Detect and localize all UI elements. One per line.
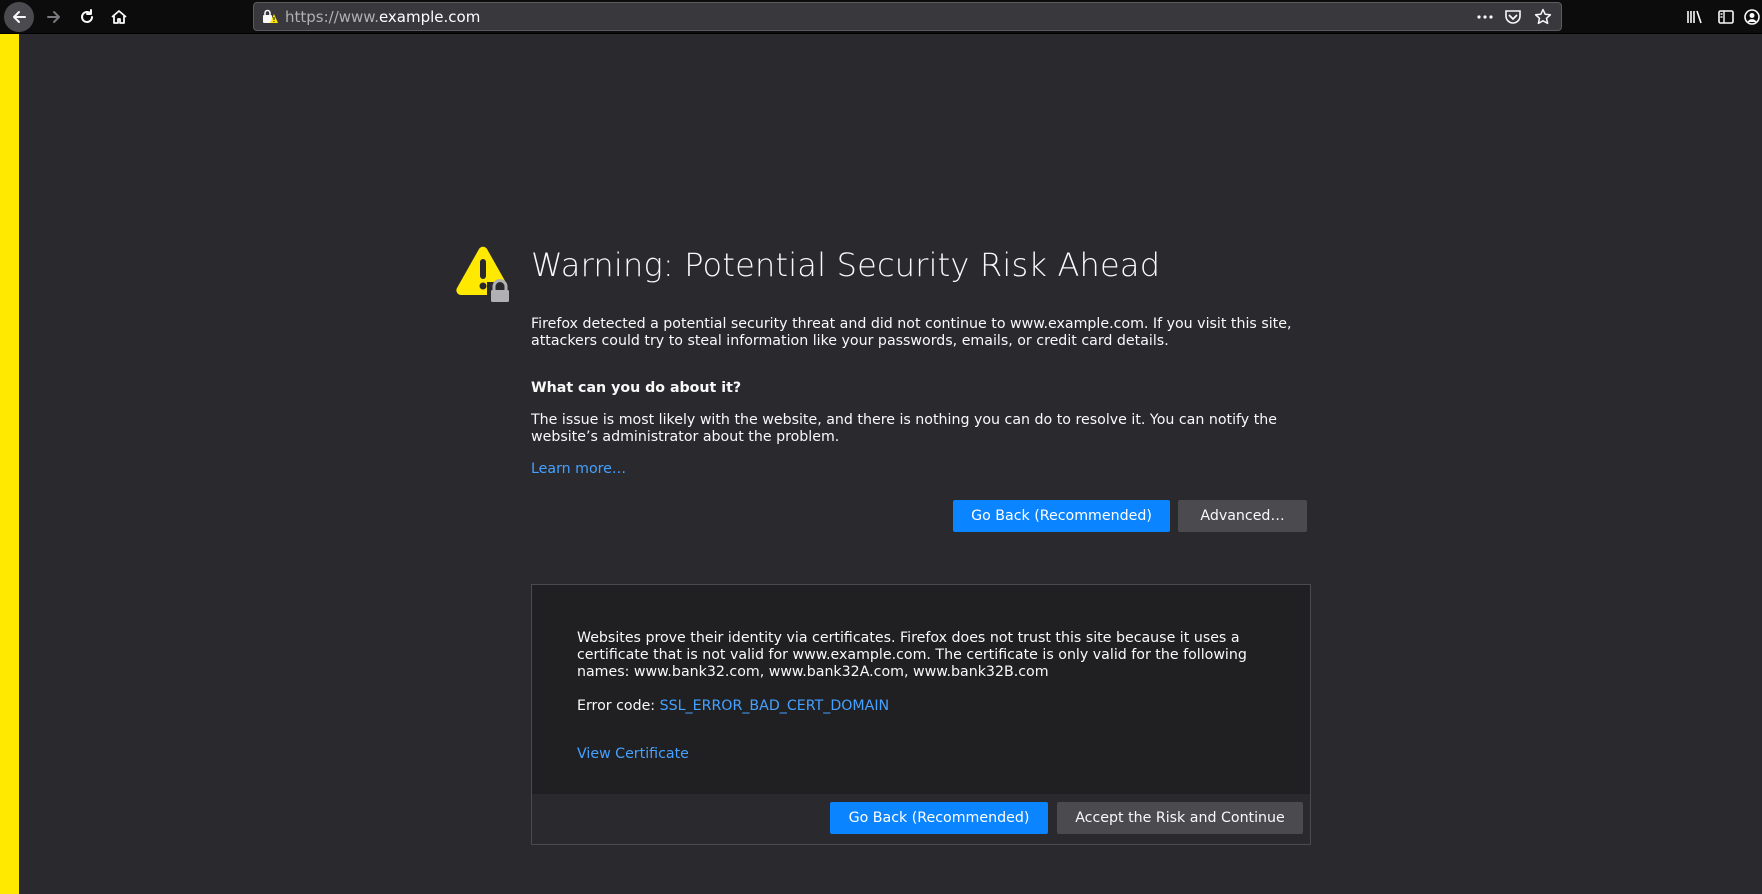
error-code-link[interactable]: SSL_ERROR_BAD_CERT_DOMAIN [660, 698, 890, 714]
back-arrow-icon [13, 11, 26, 23]
error-code-line: Error code: SSL_ERROR_BAD_CERT_DOMAIN [577, 698, 1277, 715]
intro-text: Firefox detected a potential security th… [531, 316, 1292, 349]
reload-icon [81, 9, 93, 23]
advanced-button-bar: Go Back (Recommended) Accept the Risk an… [532, 794, 1310, 844]
forward-button[interactable] [39, 2, 69, 32]
go-back-button[interactable]: Go Back (Recommended) [953, 500, 1170, 532]
home-icon [111, 10, 127, 24]
account-icon [1744, 9, 1760, 25]
warning-stripe [0, 34, 19, 894]
account-button[interactable] [1743, 2, 1762, 32]
sidebar-icon [1718, 10, 1734, 24]
forward-arrow-icon [47, 11, 60, 23]
warning-lock-icon [456, 246, 511, 302]
more-icon[interactable] [1476, 10, 1494, 24]
pocket-icon[interactable] [1504, 8, 1522, 26]
library-button[interactable] [1679, 2, 1709, 32]
learn-more-link[interactable]: Learn more… [531, 461, 626, 477]
certificate-explanation: Websites prove their identity via certif… [577, 630, 1247, 680]
advanced-button[interactable]: Advanced… [1178, 500, 1307, 532]
url-bar[interactable]: https://www.example.com [253, 2, 1562, 31]
url-text: https://www.example.com [285, 8, 480, 26]
back-button[interactable] [4, 2, 34, 32]
home-button[interactable] [104, 2, 134, 32]
advanced-panel: Websites prove their identity via certif… [531, 584, 1311, 845]
url-domain: example.com [378, 8, 481, 26]
browser-toolbar: https://www.example.com [0, 0, 1762, 34]
accept-risk-button[interactable]: Accept the Risk and Continue [1057, 802, 1303, 834]
lock-warning-icon [263, 9, 278, 23]
go-back-button-secondary[interactable]: Go Back (Recommended) [830, 802, 1048, 834]
error-code-label: Error code: [577, 698, 660, 714]
page-title: Warning: Potential Security Risk Ahead [531, 246, 1161, 284]
sidebar-button[interactable] [1711, 2, 1741, 32]
library-icon [1687, 10, 1702, 24]
reload-button[interactable] [72, 2, 102, 32]
star-icon[interactable] [1534, 8, 1552, 26]
url-prefix: https://www. [285, 8, 379, 26]
issue-description: The issue is most likely with the websit… [531, 412, 1277, 445]
what-can-you-do-heading: What can you do about it? [531, 380, 742, 396]
view-certificate-link[interactable]: View Certificate [577, 746, 689, 762]
